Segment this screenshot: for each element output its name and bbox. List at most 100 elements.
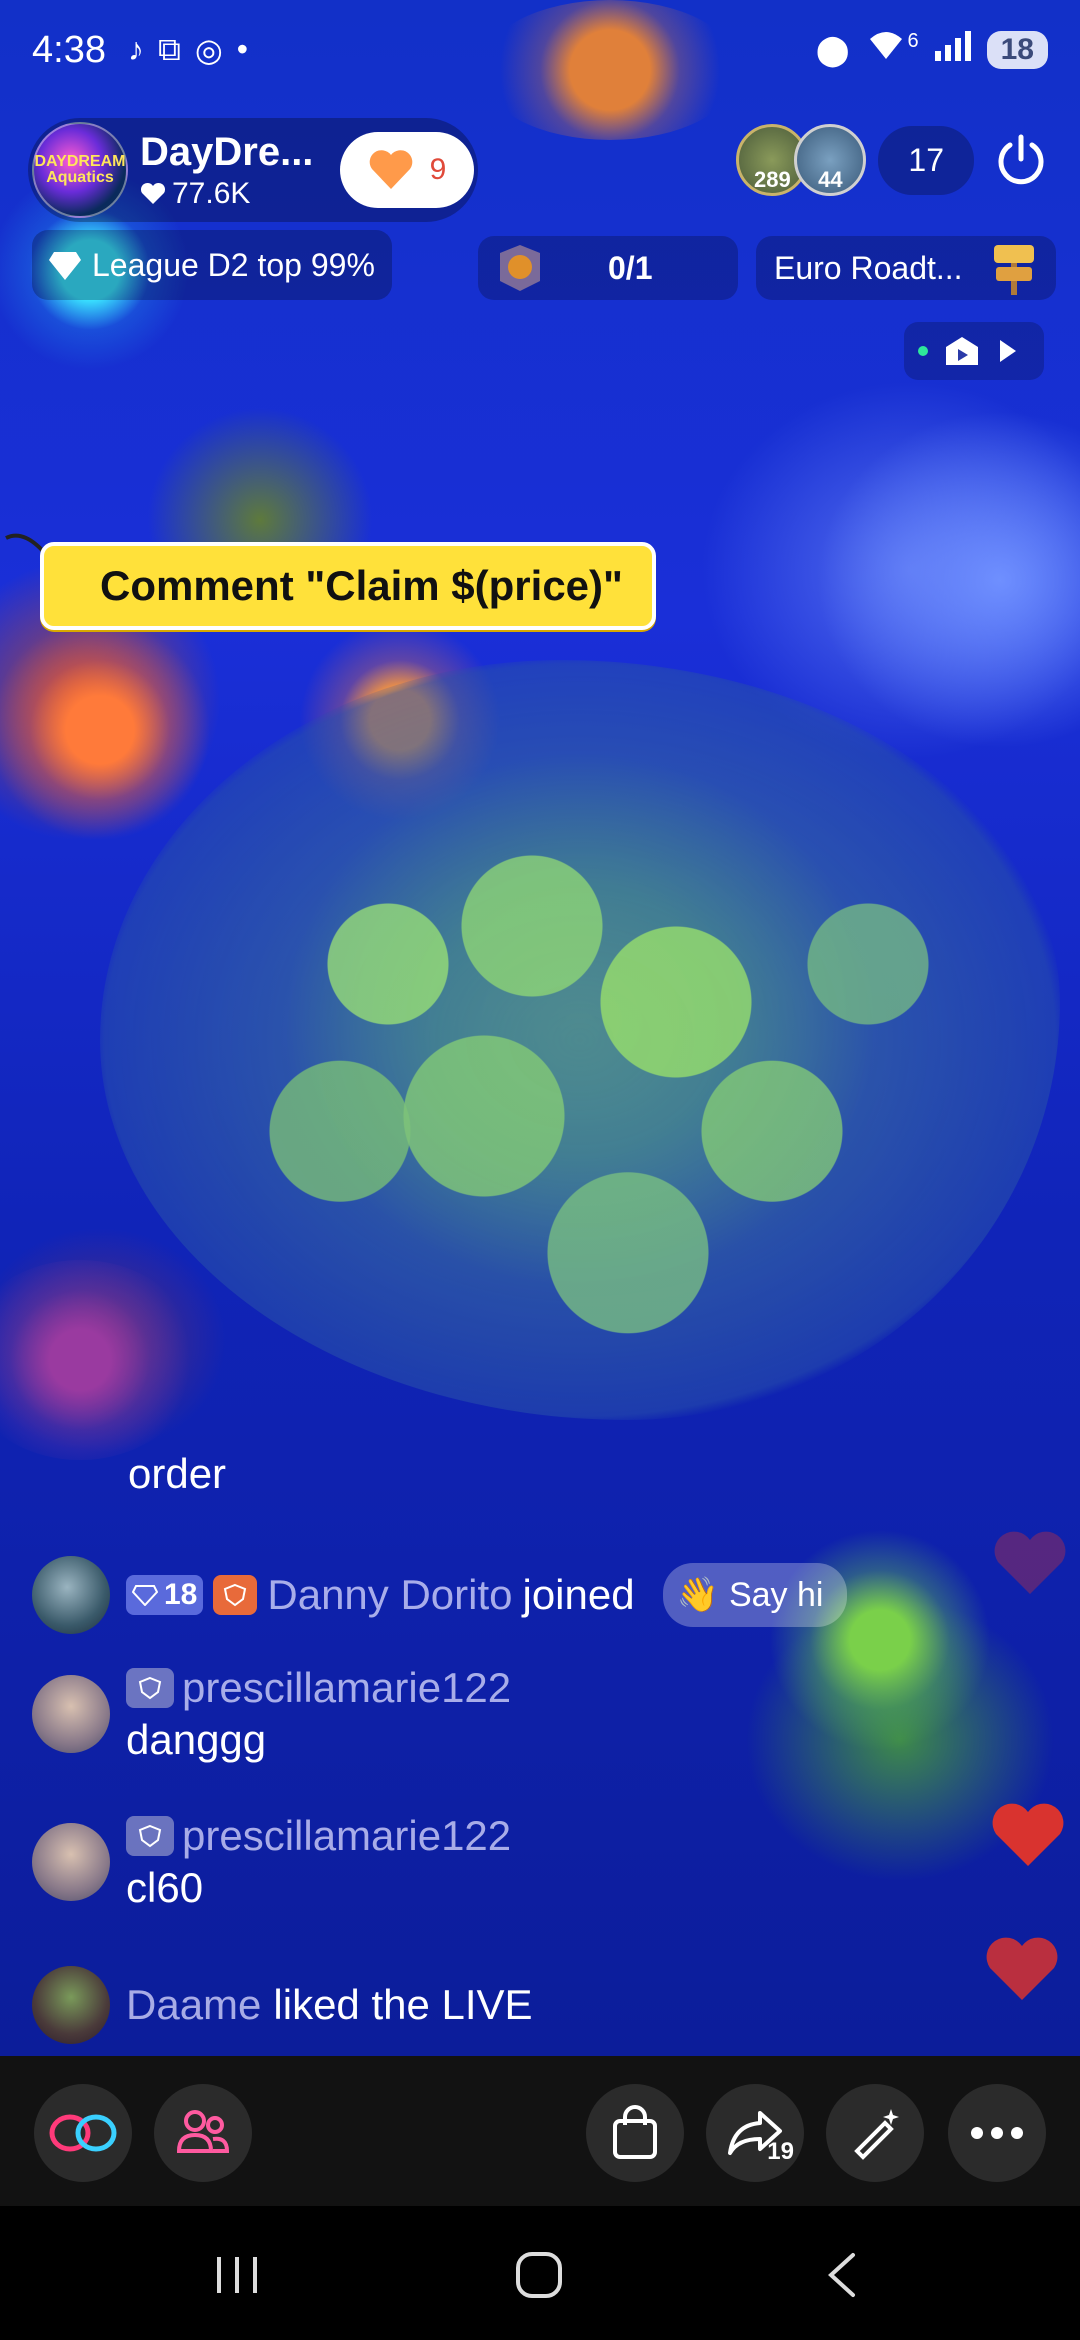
top-viewers: 289 44 17: [736, 124, 1056, 196]
host-likes-count: 77.6K: [172, 176, 251, 210]
home-button[interactable]: [504, 2240, 574, 2310]
close-live-button[interactable]: [986, 125, 1056, 195]
status-bar: 4:38 ♪ ⧉ ◎ • ⬤ 6 18: [0, 0, 1080, 100]
wifi-icon: [866, 29, 906, 71]
user-avatar[interactable]: [32, 1675, 110, 1753]
battery-indicator: 18: [986, 31, 1048, 69]
coral-polyp-decoration: [0, 1260, 200, 1460]
host-avatar[interactable]: DAYDREAM Aquatics: [32, 122, 128, 218]
live-bottom-toolbar: 19: [0, 2056, 1080, 2206]
status-time: 4:38: [32, 28, 106, 71]
coral-polyp-decoration: [0, 620, 220, 840]
location-icon: ⬤: [815, 33, 850, 67]
user-avatar[interactable]: [32, 1823, 110, 1901]
diamond-icon: [49, 252, 81, 280]
effects-button[interactable]: [826, 2084, 924, 2182]
bubble-coral: [100, 660, 1060, 1420]
chat-username[interactable]: prescillamarie122: [182, 1812, 511, 1860]
system-navigation-bar: [0, 2206, 1080, 2340]
signpost-icon: [994, 245, 1034, 295]
network-type: 6: [907, 29, 919, 52]
guests-button[interactable]: [154, 2084, 252, 2182]
chat-message: order: [128, 1450, 226, 1498]
viewer-badge: 44: [818, 167, 843, 192]
like-action: liked the LIVE: [273, 1981, 533, 2028]
shield-icon: [138, 1676, 162, 1700]
chat-username[interactable]: Daame: [126, 1981, 261, 2029]
treasure-icon: [500, 245, 540, 291]
home-icon: [516, 2252, 562, 2298]
power-icon: [998, 134, 1044, 185]
host-logo-text: DAYDREAM Aquatics: [34, 153, 126, 186]
join-action: joined: [522, 1571, 635, 1618]
dot-icon: •: [236, 31, 248, 67]
shield-icon: [138, 1824, 162, 1848]
floating-heart-icon: [994, 1531, 1066, 1594]
chat-message-body: order: [128, 1450, 227, 1497]
wave-icon: 👋: [676, 1576, 719, 1614]
tiktok-icon: ♪: [127, 31, 144, 67]
floating-heart-icon: [986, 1937, 1058, 2000]
euro-roadtrip-event[interactable]: Euro Roadt...: [756, 236, 1056, 300]
level-badge-value: 18: [164, 1578, 198, 1611]
signal-icon: [934, 31, 971, 69]
recent-apps-button[interactable]: [202, 2240, 272, 2310]
fan-badge: [126, 1816, 174, 1856]
say-hi-button[interactable]: 👋 Say hi: [662, 1563, 848, 1627]
link-icon: [49, 2114, 117, 2152]
follow-count: 9: [429, 153, 447, 186]
follow-button[interactable]: 9: [340, 132, 474, 208]
say-hi-label: Say hi: [728, 1575, 824, 1614]
multi-guest-button[interactable]: [34, 2084, 132, 2182]
chat-message-body: danggg: [126, 1716, 267, 1763]
instagram-icon: ◎: [194, 32, 223, 68]
diamond-icon: [132, 1585, 158, 1606]
magic-wand-icon: [854, 2109, 899, 2160]
shield-icon: [224, 1583, 247, 1607]
chat-username[interactable]: prescillamarie122: [182, 1664, 511, 1712]
status-notification-icons: ♪ ⧉ ◎ •: [128, 31, 248, 69]
level-badge: 18: [126, 1575, 204, 1615]
heart-icon: [369, 150, 412, 189]
league-badge[interactable]: League D2 top 99%: [32, 230, 392, 300]
host-name: DayDre...: [140, 129, 314, 174]
play-icon: [1000, 340, 1016, 362]
more-icon: [971, 2127, 1023, 2139]
user-avatar[interactable]: [32, 1966, 110, 2044]
task-progress-count: 0/1: [608, 249, 653, 286]
task-progress[interactable]: 0/1: [478, 236, 738, 300]
back-button[interactable]: [806, 2240, 876, 2310]
share-button[interactable]: 19: [706, 2084, 804, 2182]
shopping-bag-icon: [613, 2105, 657, 2159]
back-icon: [828, 2253, 855, 2297]
viewer-count[interactable]: 17: [878, 125, 974, 195]
host-profile-pill[interactable]: DAYDREAM Aquatics DayDre... 77.6K 9: [28, 118, 478, 222]
fan-badge: [126, 1668, 174, 1708]
like-notification: Daame liked the LIVE: [32, 1966, 533, 2044]
chat-message-body: cl60: [126, 1864, 204, 1911]
more-button[interactable]: [948, 2084, 1046, 2182]
user-avatar[interactable]: [32, 1556, 110, 1634]
join-notification: 18 Danny Dorito joined 👋 Say hi: [32, 1556, 848, 1634]
fan-badge: [213, 1575, 258, 1615]
floating-heart-icon: [992, 1803, 1064, 1866]
heart-icon: [140, 182, 166, 204]
claim-text: Comment "Claim $(price)": [100, 562, 623, 609]
chat-message: prescillamarie122 cl60: [32, 1812, 511, 1912]
screenshot-icon: ⧉: [157, 31, 181, 67]
viewer-badge: 289: [754, 167, 791, 192]
chat-message: prescillamarie122 danggg: [32, 1664, 511, 1764]
league-label: League D2 top 99%: [92, 246, 375, 283]
live-dot: [918, 346, 928, 356]
mini-live-player[interactable]: [904, 322, 1044, 380]
chat-username[interactable]: Danny Dorito: [267, 1571, 512, 1619]
host-likes: 77.6K: [140, 177, 313, 211]
top-viewer-avatar[interactable]: 44: [794, 124, 867, 196]
recents-icon: [217, 2257, 257, 2293]
event-label: Euro Roadt...: [774, 249, 963, 286]
shop-button[interactable]: [586, 2084, 684, 2182]
people-icon: [176, 2110, 230, 2153]
share-count: 19: [767, 2138, 794, 2165]
claim-instruction-banner: Comment "Claim $(price)": [40, 542, 656, 630]
live-house-icon: [946, 337, 978, 365]
